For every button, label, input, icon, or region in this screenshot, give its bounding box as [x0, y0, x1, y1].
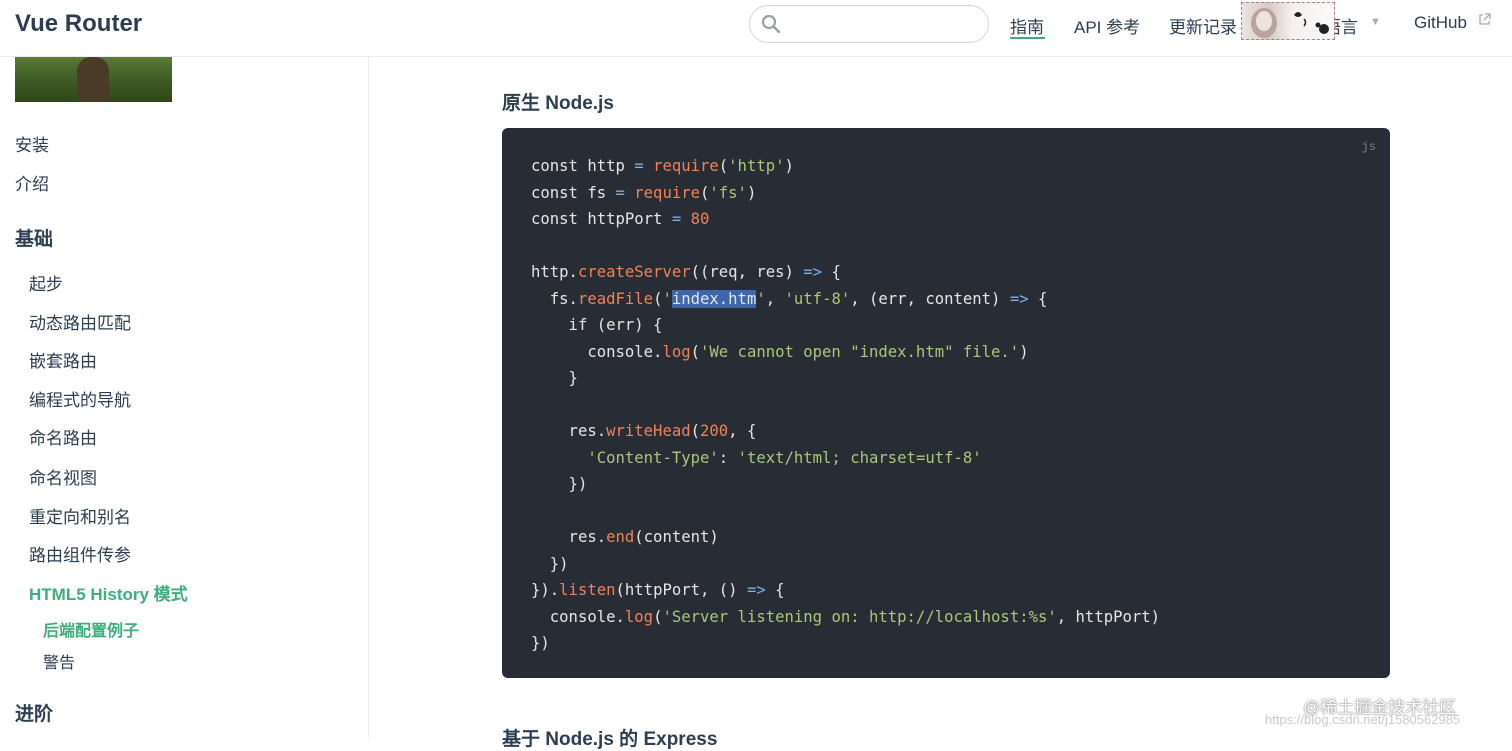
thumbnail-figure: [77, 57, 109, 102]
sidebar-item-install[interactable]: 安装: [15, 131, 49, 156]
sidebar-item-nested-routes[interactable]: 嵌套路由: [29, 347, 97, 372]
sidebar-item-programmatic-navigation[interactable]: 编程式的导航: [29, 386, 131, 411]
sidebar-item-named-views[interactable]: 命名视图: [29, 464, 97, 489]
sidebar: 安装 介绍 基础 起步 动态路由匹配 嵌套路由 编程式的导航 命名路由 命名视图…: [0, 57, 369, 737]
code-block: js const http = require('http') const fs…: [502, 128, 1390, 678]
site-title[interactable]: Vue Router: [15, 10, 142, 38]
nav-github[interactable]: GitHub: [1414, 13, 1467, 33]
external-link-icon: [1479, 13, 1491, 25]
sidebar-section-advanced[interactable]: 进阶: [15, 699, 53, 726]
sidebar-item-passing-props[interactable]: 路由组件传参: [29, 541, 131, 566]
next-section-heading: 基于 Node.js 的 Express: [502, 729, 718, 750]
overlay-sticker-image: [1241, 2, 1335, 40]
nav-guide[interactable]: 指南: [1010, 13, 1044, 38]
search-icon: [761, 14, 781, 34]
sidebar-item-named-routes[interactable]: 命名路由: [29, 424, 97, 449]
code-content[interactable]: const http = require('http') const fs = …: [531, 153, 1160, 657]
sidebar-item-redirect-alias[interactable]: 重定向和别名: [29, 503, 131, 528]
search-input[interactable]: [749, 5, 989, 43]
sidebar-item-intro[interactable]: 介绍: [15, 170, 49, 195]
section-heading: 原生 Node.js: [502, 93, 614, 114]
sidebar-subitem-backend-examples[interactable]: 后端配置例子: [43, 617, 139, 641]
nav-api[interactable]: API 参考: [1074, 13, 1140, 38]
sidebar-item-dynamic-matching[interactable]: 动态路由匹配: [29, 309, 131, 334]
sidebar-item-getting-started[interactable]: 起步: [29, 270, 63, 295]
nav-changelog[interactable]: 更新记录: [1169, 13, 1237, 38]
watermark-url: https://blog.csdn.net/j1580562985: [1265, 712, 1461, 727]
nav-active-indicator: [1010, 37, 1045, 39]
sidebar-section-basics[interactable]: 基础: [15, 224, 53, 251]
sidebar-item-history-mode[interactable]: HTML5 History 模式: [29, 580, 188, 605]
navbar: Vue Router 指南 API 参考 更新记录 语言 ▼ GitHub: [0, 0, 1512, 57]
sidebar-subitem-caveat[interactable]: 警告: [43, 649, 75, 673]
sidebar-thumbnail-image: [15, 57, 172, 102]
chevron-down-icon[interactable]: ▼: [1370, 16, 1381, 28]
code-language-label: js: [1361, 140, 1376, 154]
